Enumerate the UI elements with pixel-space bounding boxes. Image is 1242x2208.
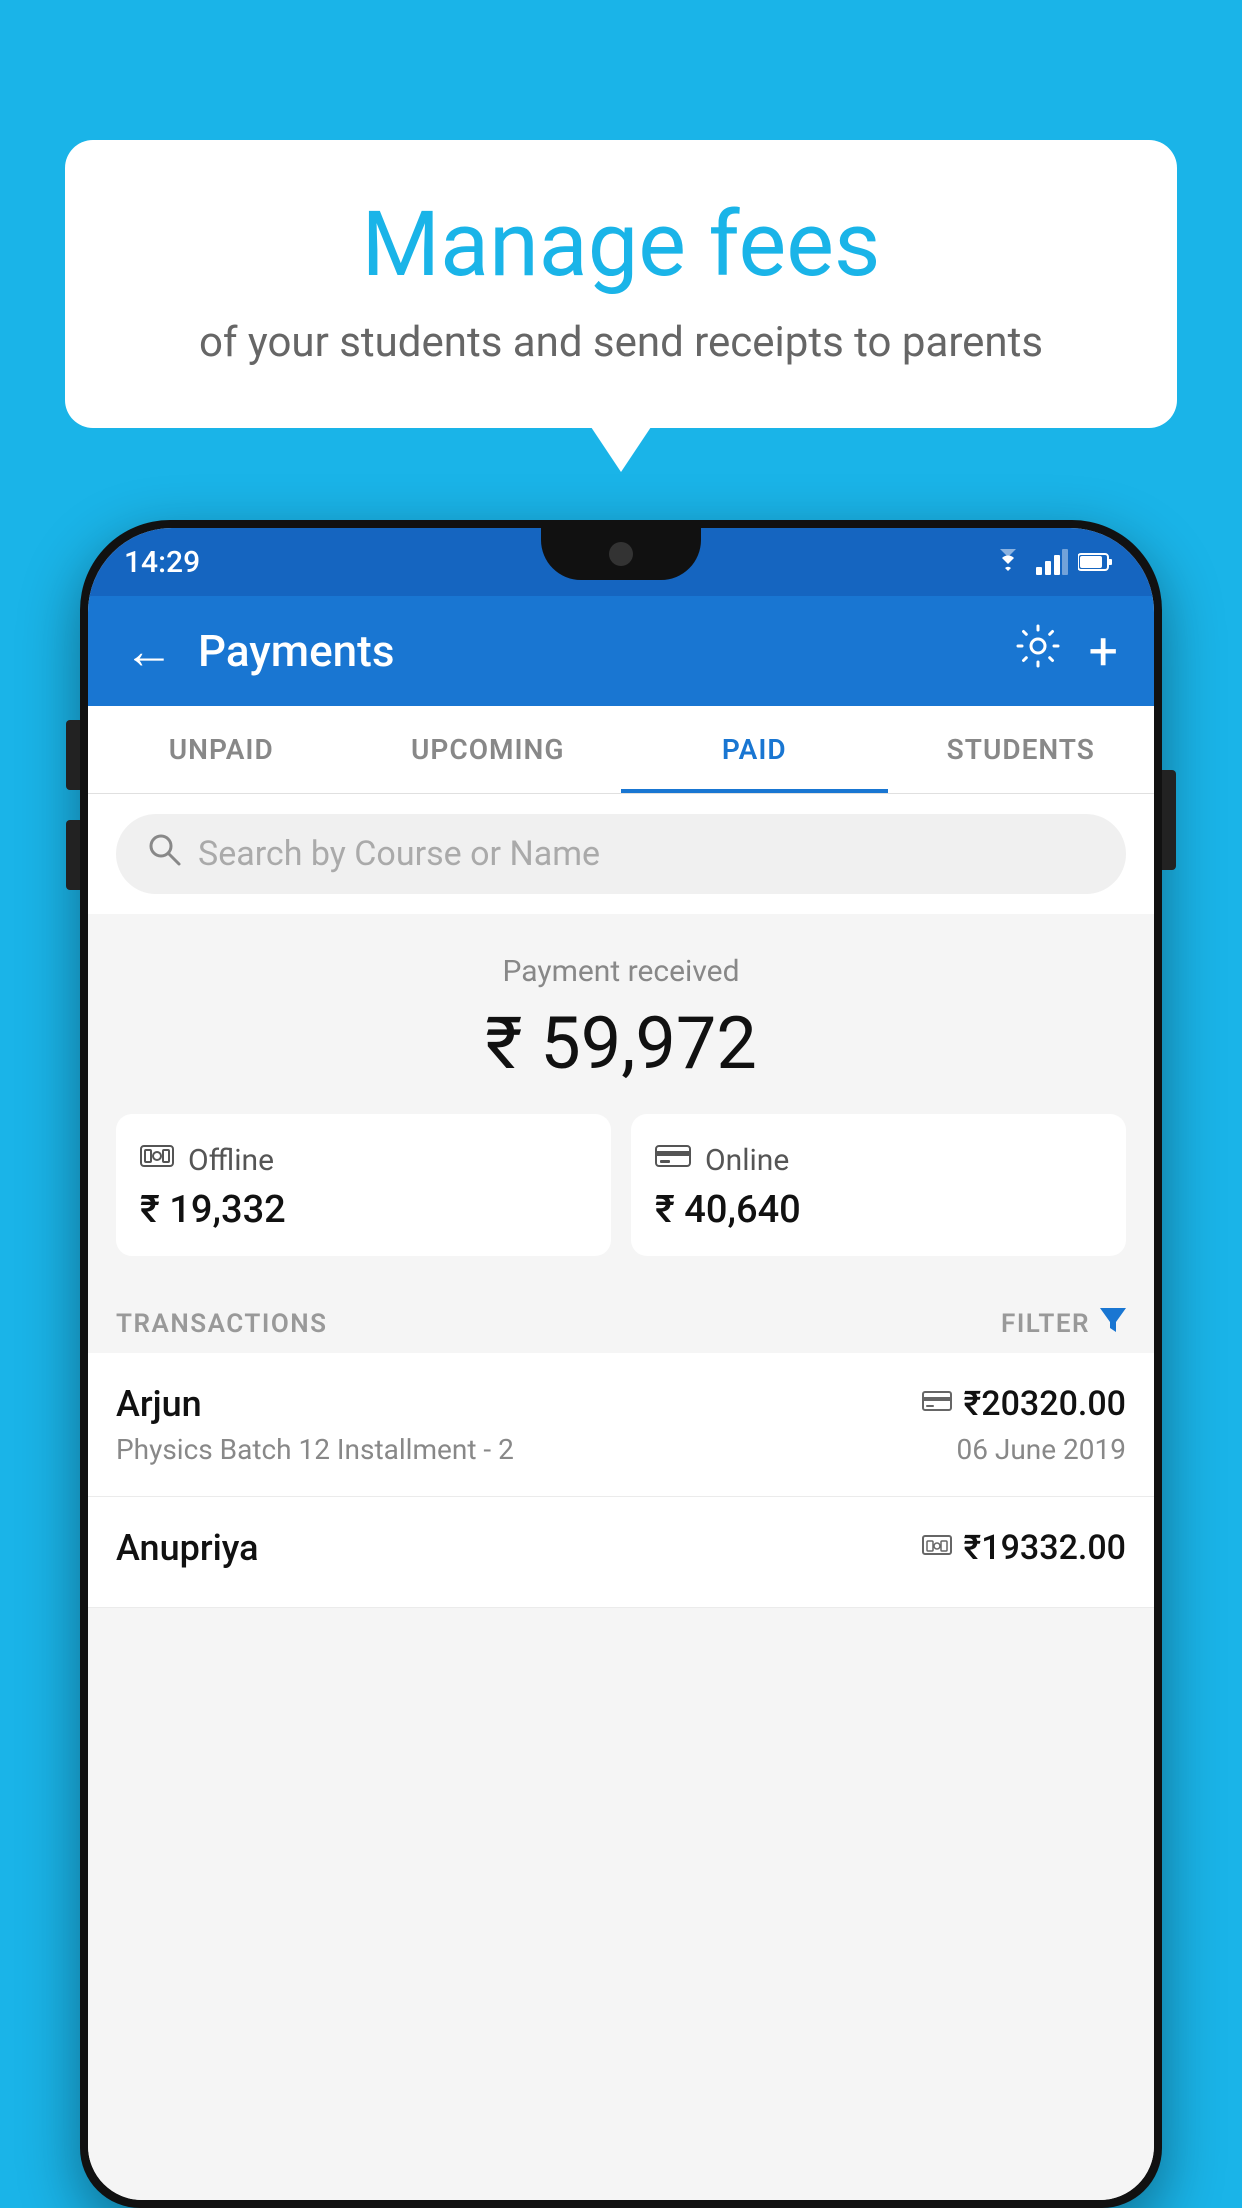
transaction-row[interactable]: Arjun ₹20320.00	[88, 1353, 1154, 1497]
tx-amount-wrap-2: ₹19332.00	[922, 1528, 1126, 1568]
phone-inner: 14:29	[88, 528, 1154, 2200]
page-title: Payments	[198, 625, 1016, 677]
cash-icon	[140, 1142, 174, 1178]
online-payment-card: Online ₹ 40,640	[631, 1114, 1126, 1256]
card-icon	[655, 1142, 691, 1178]
tx-name-2: Anupriya	[116, 1527, 259, 1569]
speech-bubble-container: Manage fees of your students and send re…	[65, 140, 1177, 428]
filter-button[interactable]: FILTER	[1001, 1308, 1126, 1339]
filter-icon	[1100, 1308, 1126, 1339]
tx-row-bottom: Physics Batch 12 Installment - 2 06 June…	[116, 1433, 1126, 1466]
tx-row-top: Arjun ₹20320.00	[116, 1383, 1126, 1425]
tx-amount-wrap: ₹20320.00	[922, 1384, 1126, 1424]
offline-label: Offline	[188, 1143, 274, 1178]
payment-received-label: Payment received	[116, 954, 1126, 989]
volume-up-button[interactable]	[66, 720, 80, 790]
payment-cards: Offline ₹ 19,332	[116, 1114, 1126, 1256]
settings-button[interactable]	[1016, 624, 1060, 679]
tab-upcoming[interactable]: UPCOMING	[355, 706, 622, 793]
transactions-label: TRANSACTIONS	[116, 1309, 328, 1339]
tx-detail: Physics Batch 12 Installment - 2	[116, 1433, 514, 1466]
wifi-icon	[990, 549, 1026, 575]
search-placeholder: Search by Course or Name	[198, 834, 600, 874]
tx-date: 06 June 2019	[956, 1433, 1126, 1466]
online-card-header: Online	[655, 1142, 1102, 1178]
tabs: UNPAID UPCOMING PAID STUDENTS	[88, 706, 1154, 794]
back-button[interactable]: ←	[124, 622, 174, 681]
search-container: Search by Course or Name	[88, 794, 1154, 914]
status-time: 14:29	[124, 545, 200, 580]
app-bar: ← Payments +	[88, 596, 1154, 706]
payment-summary: Payment received ₹ 59,972	[88, 914, 1154, 1284]
tab-paid[interactable]: PAID	[621, 706, 888, 793]
content-area: Search by Course or Name Payment receive…	[88, 794, 1154, 2200]
tx-payment-icon-2	[922, 1532, 952, 1565]
offline-card-header: Offline	[140, 1142, 587, 1178]
add-button[interactable]: +	[1088, 621, 1118, 682]
transaction-row[interactable]: Anupriya ₹193	[88, 1497, 1154, 1608]
speech-bubble: Manage fees of your students and send re…	[65, 140, 1177, 428]
offline-amount: ₹ 19,332	[140, 1188, 587, 1232]
tx-amount: ₹20320.00	[964, 1384, 1126, 1424]
tx-name: Arjun	[116, 1383, 202, 1425]
phone-screen: 14:29	[88, 528, 1154, 2200]
battery-icon	[1078, 552, 1114, 572]
volume-down-button[interactable]	[66, 820, 80, 890]
phone: 14:29	[80, 520, 1162, 2208]
search-icon	[146, 831, 182, 877]
status-icons	[990, 549, 1114, 575]
offline-payment-card: Offline ₹ 19,332	[116, 1114, 611, 1256]
phone-notch	[541, 528, 701, 580]
tx-payment-icon	[922, 1388, 952, 1421]
tab-unpaid[interactable]: UNPAID	[88, 706, 355, 793]
online-amount: ₹ 40,640	[655, 1188, 1102, 1232]
tx-amount-2: ₹19332.00	[964, 1528, 1126, 1568]
bubble-subtitle: of your students and send receipts to pa…	[125, 314, 1117, 373]
signal-icon	[1036, 549, 1068, 575]
tab-students[interactable]: STUDENTS	[888, 706, 1155, 793]
payment-total-amount: ₹ 59,972	[116, 1001, 1126, 1086]
search-bar[interactable]: Search by Course or Name	[116, 814, 1126, 894]
front-camera	[609, 542, 633, 566]
power-button[interactable]	[1162, 770, 1176, 870]
bubble-title: Manage fees	[125, 195, 1117, 294]
filter-label: FILTER	[1001, 1309, 1090, 1339]
online-label: Online	[705, 1143, 789, 1178]
tx-row-top-2: Anupriya ₹193	[116, 1527, 1126, 1569]
transactions-header: TRANSACTIONS FILTER	[88, 1284, 1154, 1353]
